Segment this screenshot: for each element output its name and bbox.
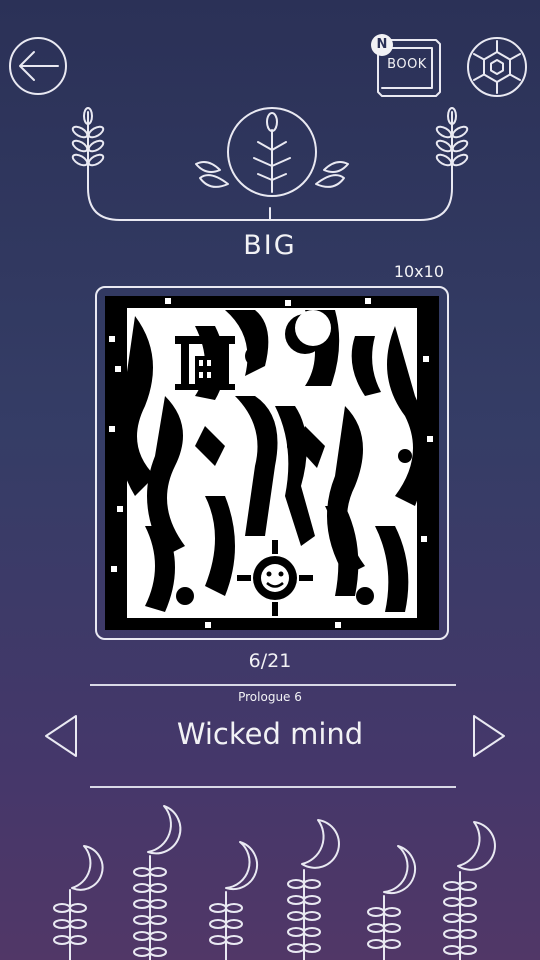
chapter-label: Prologue 6	[238, 690, 302, 704]
moon-plant	[287, 819, 340, 960]
hexagon-gear-icon	[467, 37, 527, 97]
next-level-button[interactable]	[468, 712, 512, 760]
settings-button[interactable]	[466, 36, 528, 98]
level-name: Wicked mind	[176, 717, 364, 751]
pixel-art	[105, 296, 439, 630]
book-label: BOOK	[387, 57, 427, 72]
grid-size-label: 10x10	[393, 262, 444, 281]
moon-plant	[53, 845, 104, 960]
right-sprig	[435, 107, 469, 181]
leaf-ornament	[71, 107, 469, 221]
triangle-left-icon	[45, 715, 77, 757]
moon-plant	[209, 841, 259, 960]
bottom-divider	[90, 786, 456, 788]
progress-counter: 6/21	[248, 650, 292, 672]
back-button[interactable]	[8, 36, 68, 96]
puzzle-preview[interactable]	[95, 286, 449, 640]
size-title: BIG	[243, 230, 297, 261]
puzzle-image	[105, 296, 439, 630]
new-badge: N	[371, 34, 393, 56]
moon-plant	[133, 805, 182, 960]
moon-plant	[443, 821, 496, 960]
top-divider	[90, 684, 456, 686]
arrow-left-icon	[9, 37, 67, 95]
moon-plants-decoration	[53, 805, 496, 960]
prev-level-button[interactable]	[40, 712, 84, 760]
triangle-right-icon	[473, 715, 505, 757]
moon-plant	[367, 845, 417, 960]
book-button[interactable]: N BOOK	[370, 34, 442, 100]
left-sprig	[71, 107, 105, 181]
